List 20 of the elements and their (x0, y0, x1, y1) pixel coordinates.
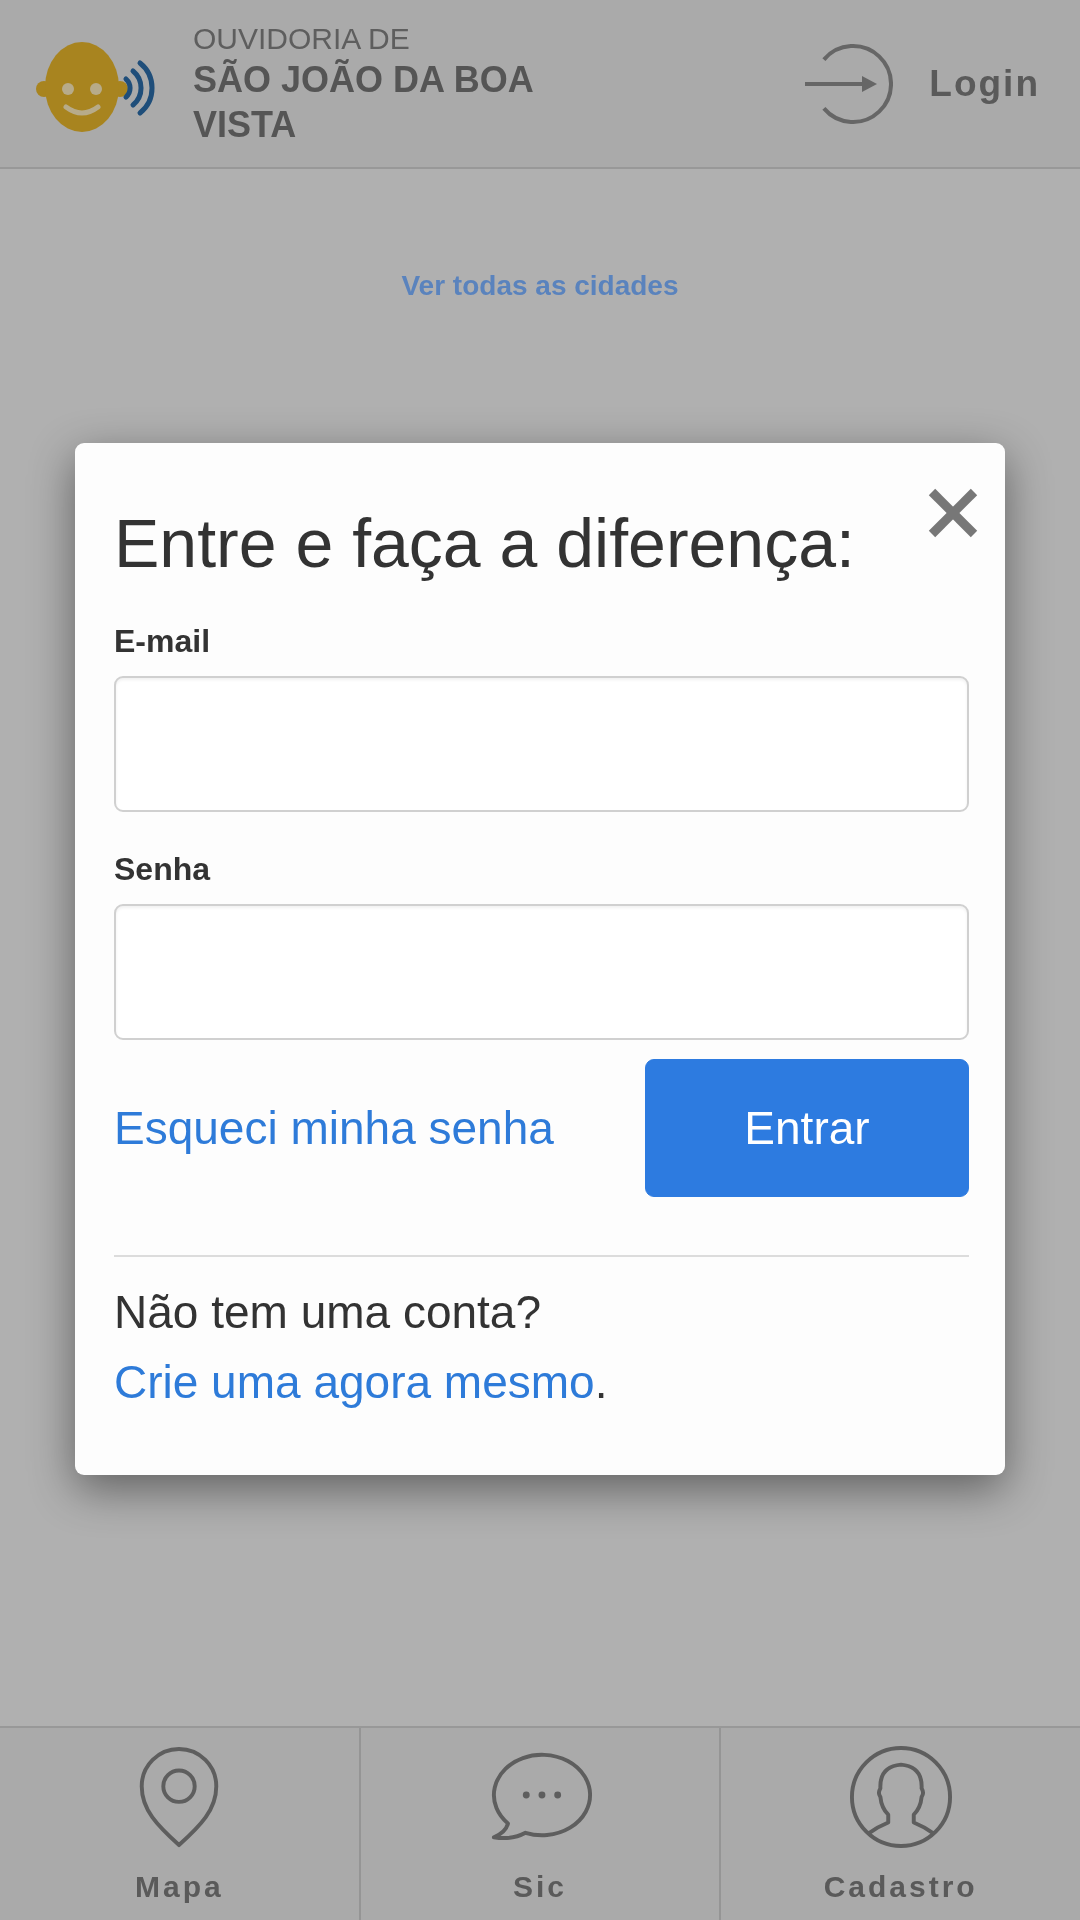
logo-subtitle: OUVIDORIA DE (193, 20, 410, 57)
field-label: Senha (114, 850, 211, 888)
nav-tab[interactable]: Sic (358, 1728, 720, 1920)
nav-tab[interactable]: Cadastro (719, 1728, 1080, 1920)
logo-title: SÃO JOÃO DA BOA VISTA (193, 57, 534, 147)
dialog-title: Entre e faça a diferença: (114, 504, 855, 583)
close-icon (928, 488, 978, 538)
all-cities-link[interactable]: Ver todas as cidades (401, 268, 679, 304)
login-link[interactable]: Login (803, 42, 1040, 125)
signup-link[interactable]: Crie uma agora mesmo (114, 1356, 595, 1408)
close-button[interactable] (928, 488, 978, 538)
input-field[interactable] (114, 904, 969, 1040)
field-label: E-mail (114, 622, 211, 660)
login-icon (803, 42, 894, 125)
signup-text: Não tem uma conta? Crie uma agora mesmo. (114, 1285, 609, 1410)
user-silhouette-icon (847, 1745, 954, 1849)
forgot-password-link[interactable]: Esqueci minha senha (114, 1100, 554, 1156)
submit-button[interactable]: Entrar (645, 1059, 969, 1197)
nav-tab[interactable]: Mapa (0, 1728, 359, 1920)
input-field[interactable] (114, 676, 969, 812)
